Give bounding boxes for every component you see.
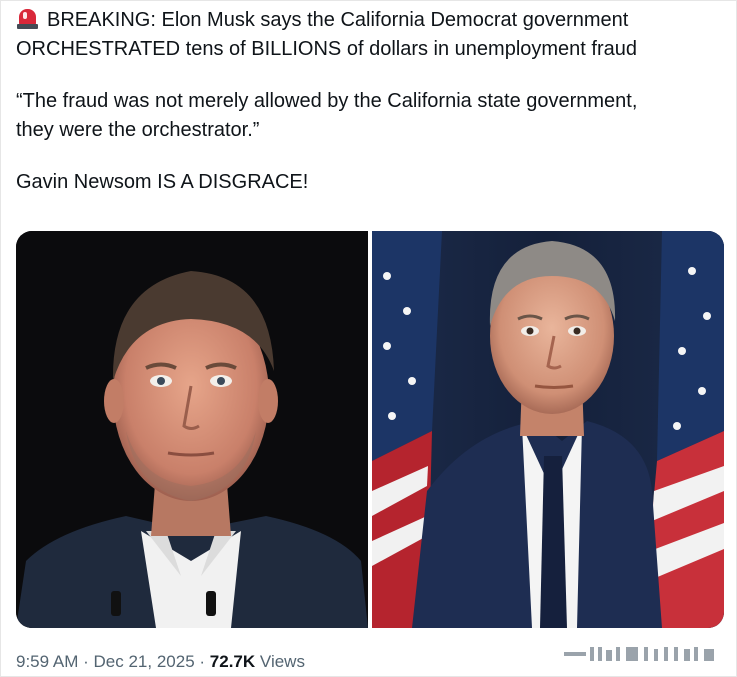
siren-icon: [16, 7, 39, 30]
tweet-media[interactable]: [16, 231, 724, 628]
views-count: 72.7K: [209, 652, 256, 671]
watermark-icon: [564, 647, 714, 661]
tweet-line-3: “The fraud was not merely allowed by the…: [16, 90, 638, 112]
tweet-meta: 9:59 AM · Dec 21, 2025 · 72.7K Views: [16, 651, 305, 673]
tweet-line-4: they were the orchestrator.”: [16, 119, 260, 141]
tweet-line-1-text: BREAKING: Elon Musk says the California …: [47, 9, 629, 31]
views-label: Views: [259, 652, 305, 671]
tweet-text: BREAKING: Elon Musk says the California …: [16, 6, 716, 197]
photo-gavin-newsom[interactable]: [372, 231, 724, 628]
meta-separator-2: ·: [199, 652, 206, 671]
tweet-line-5: Gavin Newsom IS A DISGRACE!: [16, 171, 309, 193]
tweet-card: BREAKING: Elon Musk says the California …: [0, 0, 737, 677]
tweet-date[interactable]: Dec 21, 2025: [94, 652, 195, 671]
tweet-time[interactable]: 9:59 AM: [16, 652, 78, 671]
tweet-line-1: BREAKING: Elon Musk says the California …: [16, 6, 716, 35]
meta-separator: ·: [83, 652, 89, 671]
photo-elon-musk[interactable]: [16, 231, 368, 628]
tweet-line-2: ORCHESTRATED tens of BILLIONS of dollars…: [16, 38, 637, 60]
